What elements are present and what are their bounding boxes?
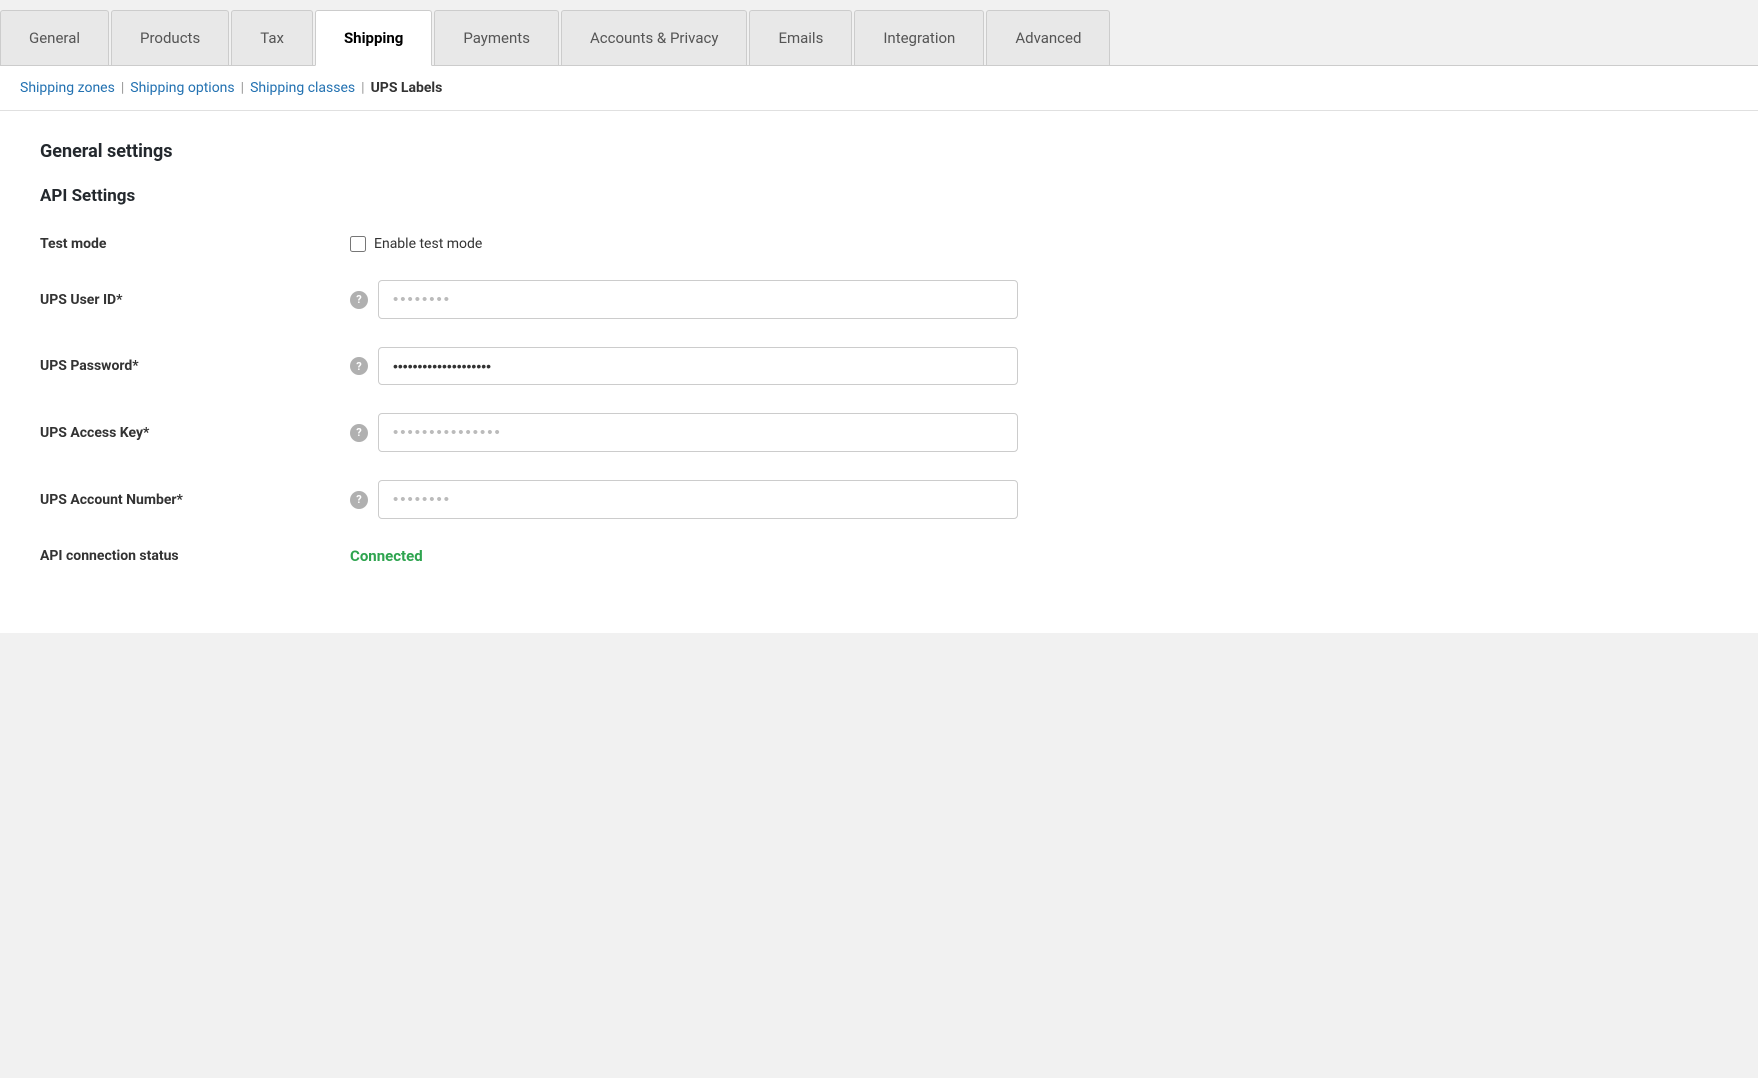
ups-access-key-row: UPS Access Key* ? bbox=[40, 413, 1718, 452]
test-mode-label: Test mode bbox=[40, 236, 340, 252]
tab-integration[interactable]: Integration bbox=[854, 10, 984, 65]
test-mode-checkbox-row: Enable test mode bbox=[350, 236, 482, 252]
tab-accounts-privacy[interactable]: Accounts & Privacy bbox=[561, 10, 747, 65]
tab-tax[interactable]: Tax bbox=[231, 10, 313, 65]
tab-payments[interactable]: Payments bbox=[434, 10, 559, 65]
subnav-shipping-zones[interactable]: Shipping zones bbox=[20, 80, 115, 96]
test-mode-control: Enable test mode bbox=[350, 236, 1718, 252]
form-fields: Test mode Enable test mode UPS User ID* … bbox=[40, 236, 1718, 565]
ups-account-number-input[interactable] bbox=[378, 480, 1018, 519]
sub-nav-separator: | bbox=[121, 80, 124, 96]
subnav-shipping-options[interactable]: Shipping options bbox=[130, 80, 234, 96]
ups-password-control: ? bbox=[350, 347, 1718, 385]
ups-user-id-control: ? bbox=[350, 280, 1718, 319]
ups-account-number-row: UPS Account Number* ? bbox=[40, 480, 1718, 519]
ups-password-label: UPS Password* bbox=[40, 358, 340, 374]
ups-password-help-icon[interactable]: ? bbox=[350, 357, 368, 375]
test-mode-checkbox[interactable] bbox=[350, 236, 366, 252]
api-connection-status-label: API connection status bbox=[40, 548, 340, 564]
test-mode-checkbox-label[interactable]: Enable test mode bbox=[374, 236, 482, 252]
ups-user-id-input[interactable] bbox=[378, 280, 1018, 319]
ups-user-id-help-icon[interactable]: ? bbox=[350, 291, 368, 309]
api-connection-status-row: API connection status Connected bbox=[40, 547, 1718, 565]
sub-nav-separator: | bbox=[241, 80, 244, 96]
ups-user-id-label: UPS User ID* bbox=[40, 292, 340, 308]
main-content: General settings API Settings Test mode … bbox=[0, 111, 1758, 633]
tab-shipping[interactable]: Shipping bbox=[315, 10, 432, 66]
tab-general[interactable]: General bbox=[0, 10, 109, 65]
ups-account-number-control: ? bbox=[350, 480, 1718, 519]
api-connection-status-control: Connected bbox=[350, 547, 1718, 565]
ups-access-key-control: ? bbox=[350, 413, 1718, 452]
ups-password-input[interactable] bbox=[378, 347, 1018, 385]
api-settings-title: API Settings bbox=[40, 186, 1718, 206]
ups-account-number-label: UPS Account Number* bbox=[40, 492, 340, 508]
tab-emails[interactable]: Emails bbox=[749, 10, 852, 65]
subnav-current: UPS Labels bbox=[371, 80, 443, 96]
tab-products[interactable]: Products bbox=[111, 10, 229, 65]
api-connection-status-value: Connected bbox=[350, 547, 423, 565]
test-mode-row: Test mode Enable test mode bbox=[40, 236, 1718, 252]
sub-nav: Shipping zones | Shipping options | Ship… bbox=[0, 66, 1758, 111]
ups-access-key-input[interactable] bbox=[378, 413, 1018, 452]
ups-user-id-row: UPS User ID* ? bbox=[40, 280, 1718, 319]
sub-nav-separator-current: | bbox=[361, 80, 364, 96]
general-settings-title: General settings bbox=[40, 141, 1718, 162]
page-wrapper: GeneralProductsTaxShippingPaymentsAccoun… bbox=[0, 0, 1758, 1078]
subnav-shipping-classes[interactable]: Shipping classes bbox=[250, 80, 355, 96]
ups-access-key-label: UPS Access Key* bbox=[40, 425, 340, 441]
ups-access-key-help-icon[interactable]: ? bbox=[350, 424, 368, 442]
ups-password-row: UPS Password* ? bbox=[40, 347, 1718, 385]
tabs-bar: GeneralProductsTaxShippingPaymentsAccoun… bbox=[0, 0, 1758, 66]
tab-advanced[interactable]: Advanced bbox=[986, 10, 1110, 65]
ups-account-number-help-icon[interactable]: ? bbox=[350, 491, 368, 509]
